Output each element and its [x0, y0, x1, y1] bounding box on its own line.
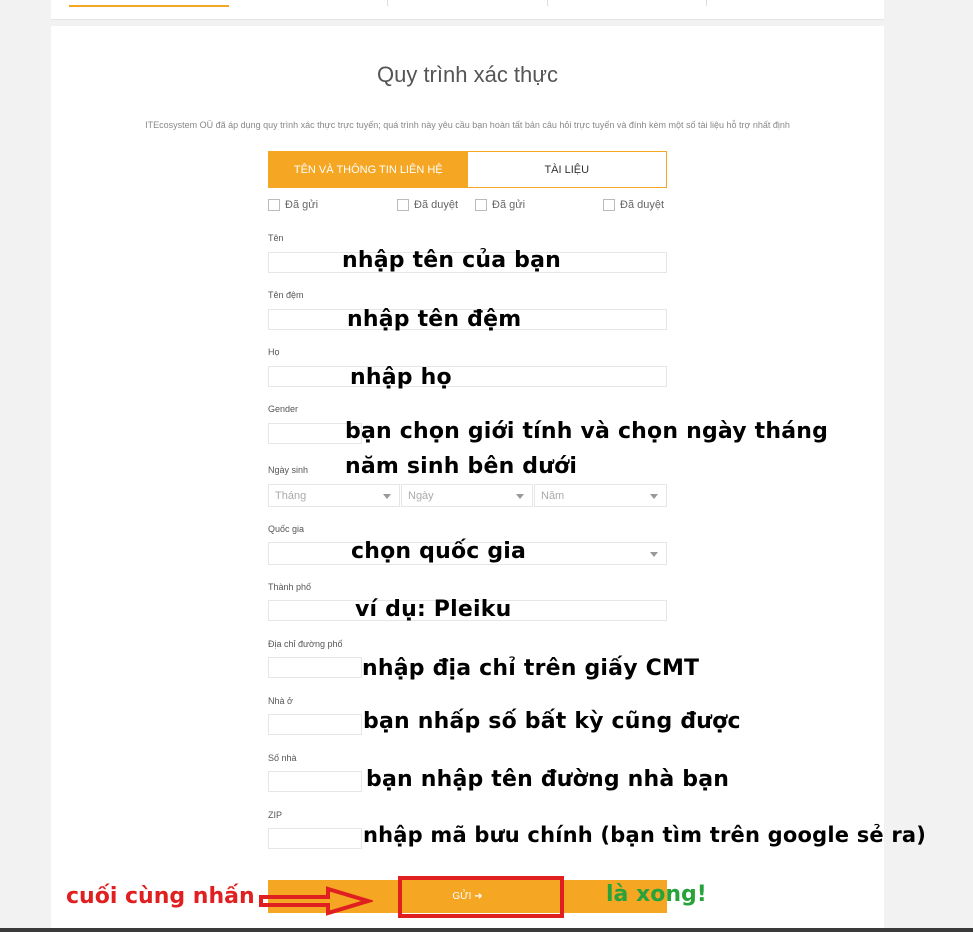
- dob-year-value: Năm: [541, 489, 565, 502]
- annotation-final: cuối cùng nhấn: [66, 884, 255, 909]
- status-approved-2: Đã duyệt: [603, 198, 664, 212]
- middle-name-label: Tên đệm: [268, 290, 304, 300]
- status-label: Đã duyệt: [414, 199, 459, 211]
- nav-divider: [706, 0, 707, 6]
- status-label: Đã duyệt: [620, 199, 665, 211]
- street-input[interactable]: [268, 657, 362, 678]
- status-checkbox: [475, 199, 487, 211]
- zip-label: ZIP: [268, 810, 283, 820]
- house-input[interactable]: [268, 714, 362, 735]
- gender-label: Gender: [268, 404, 299, 414]
- annotation-first-name: nhập tên của bạn: [342, 248, 561, 273]
- status-submitted-2: Đã gửi: [475, 198, 525, 212]
- country-label: Quốc gia: [268, 524, 305, 534]
- dob-month-value: Tháng: [275, 489, 307, 502]
- house-label: Nhà ở: [268, 696, 293, 706]
- chevron-down-icon: [516, 494, 524, 499]
- dob-day-select[interactable]: Ngày: [401, 484, 533, 507]
- page-subtitle: ITEcosystem OÜ đã áp dụng quy trình xác …: [145, 120, 790, 130]
- status-label: Đã gửi: [285, 199, 319, 211]
- tab-documents[interactable]: TÀI LIỆU: [467, 152, 666, 187]
- nav-divider: [387, 0, 388, 6]
- dob-day-value: Ngày: [408, 489, 434, 502]
- first-name-label: Tên: [268, 233, 284, 243]
- annotation-house-number: bạn nhập tên đường nhà bạn: [366, 767, 730, 792]
- active-nav-indicator: [69, 5, 229, 7]
- zip-input[interactable]: [268, 828, 362, 849]
- top-nav-card: [51, 0, 884, 20]
- chevron-down-icon: [650, 494, 658, 499]
- city-label: Thành phố: [268, 582, 312, 592]
- annotation-zip: nhập mã bưu chính (bạn tìm trên google s…: [363, 823, 927, 847]
- page-title: Quy trình xác thực: [376, 62, 559, 87]
- annotation-house: bạn nhấp số bất kỳ cũng được: [363, 709, 741, 734]
- annotation-done: là xong!: [606, 882, 707, 907]
- form-tabs: TÊN VÀ THÔNG TIN LIÊN HỆ TÀI LIỆU: [268, 151, 667, 188]
- chevron-down-icon: [383, 494, 391, 499]
- status-submitted-1: Đã gửi: [268, 198, 318, 212]
- annotation-country: chọn quốc gia: [351, 539, 527, 564]
- nav-divider: [547, 0, 548, 6]
- house-number-label: Số nhà: [268, 753, 297, 763]
- annotation-gender-2: năm sinh bên dưới: [345, 454, 578, 479]
- verification-form-card: Quy trình xác thực ITEcosystem OÜ đã áp …: [51, 26, 884, 932]
- status-checkbox: [397, 199, 409, 211]
- status-label: Đã gửi: [492, 199, 526, 211]
- house-number-input[interactable]: [268, 771, 362, 792]
- submit-highlight-box: [398, 876, 564, 918]
- red-arrow-icon: [259, 886, 373, 916]
- annotation-city: ví dụ: Pleiku: [355, 597, 512, 622]
- annotation-street: nhập địa chỉ trên giấy CMT: [362, 656, 700, 681]
- status-checkbox: [603, 199, 615, 211]
- status-approved-1: Đã duyệt: [397, 198, 458, 212]
- dob-month-select[interactable]: Tháng: [268, 484, 400, 507]
- annotation-middle-name: nhập tên đệm: [347, 307, 522, 332]
- dob-label: Ngày sinh: [268, 465, 309, 475]
- dob-year-select[interactable]: Năm: [534, 484, 667, 507]
- last-name-label: Họ: [268, 347, 280, 357]
- status-checkbox: [268, 199, 280, 211]
- annotation-last-name: nhập họ: [350, 365, 452, 390]
- annotation-gender-1: bạn chọn giới tính và chọn ngày tháng: [345, 419, 829, 444]
- street-label: Địa chỉ đường phố: [268, 639, 343, 649]
- chevron-down-icon: [650, 552, 658, 557]
- bottom-edge: [0, 928, 973, 932]
- tab-name-contact[interactable]: TÊN VÀ THÔNG TIN LIÊN HỆ: [269, 152, 468, 187]
- last-name-input[interactable]: [268, 366, 667, 387]
